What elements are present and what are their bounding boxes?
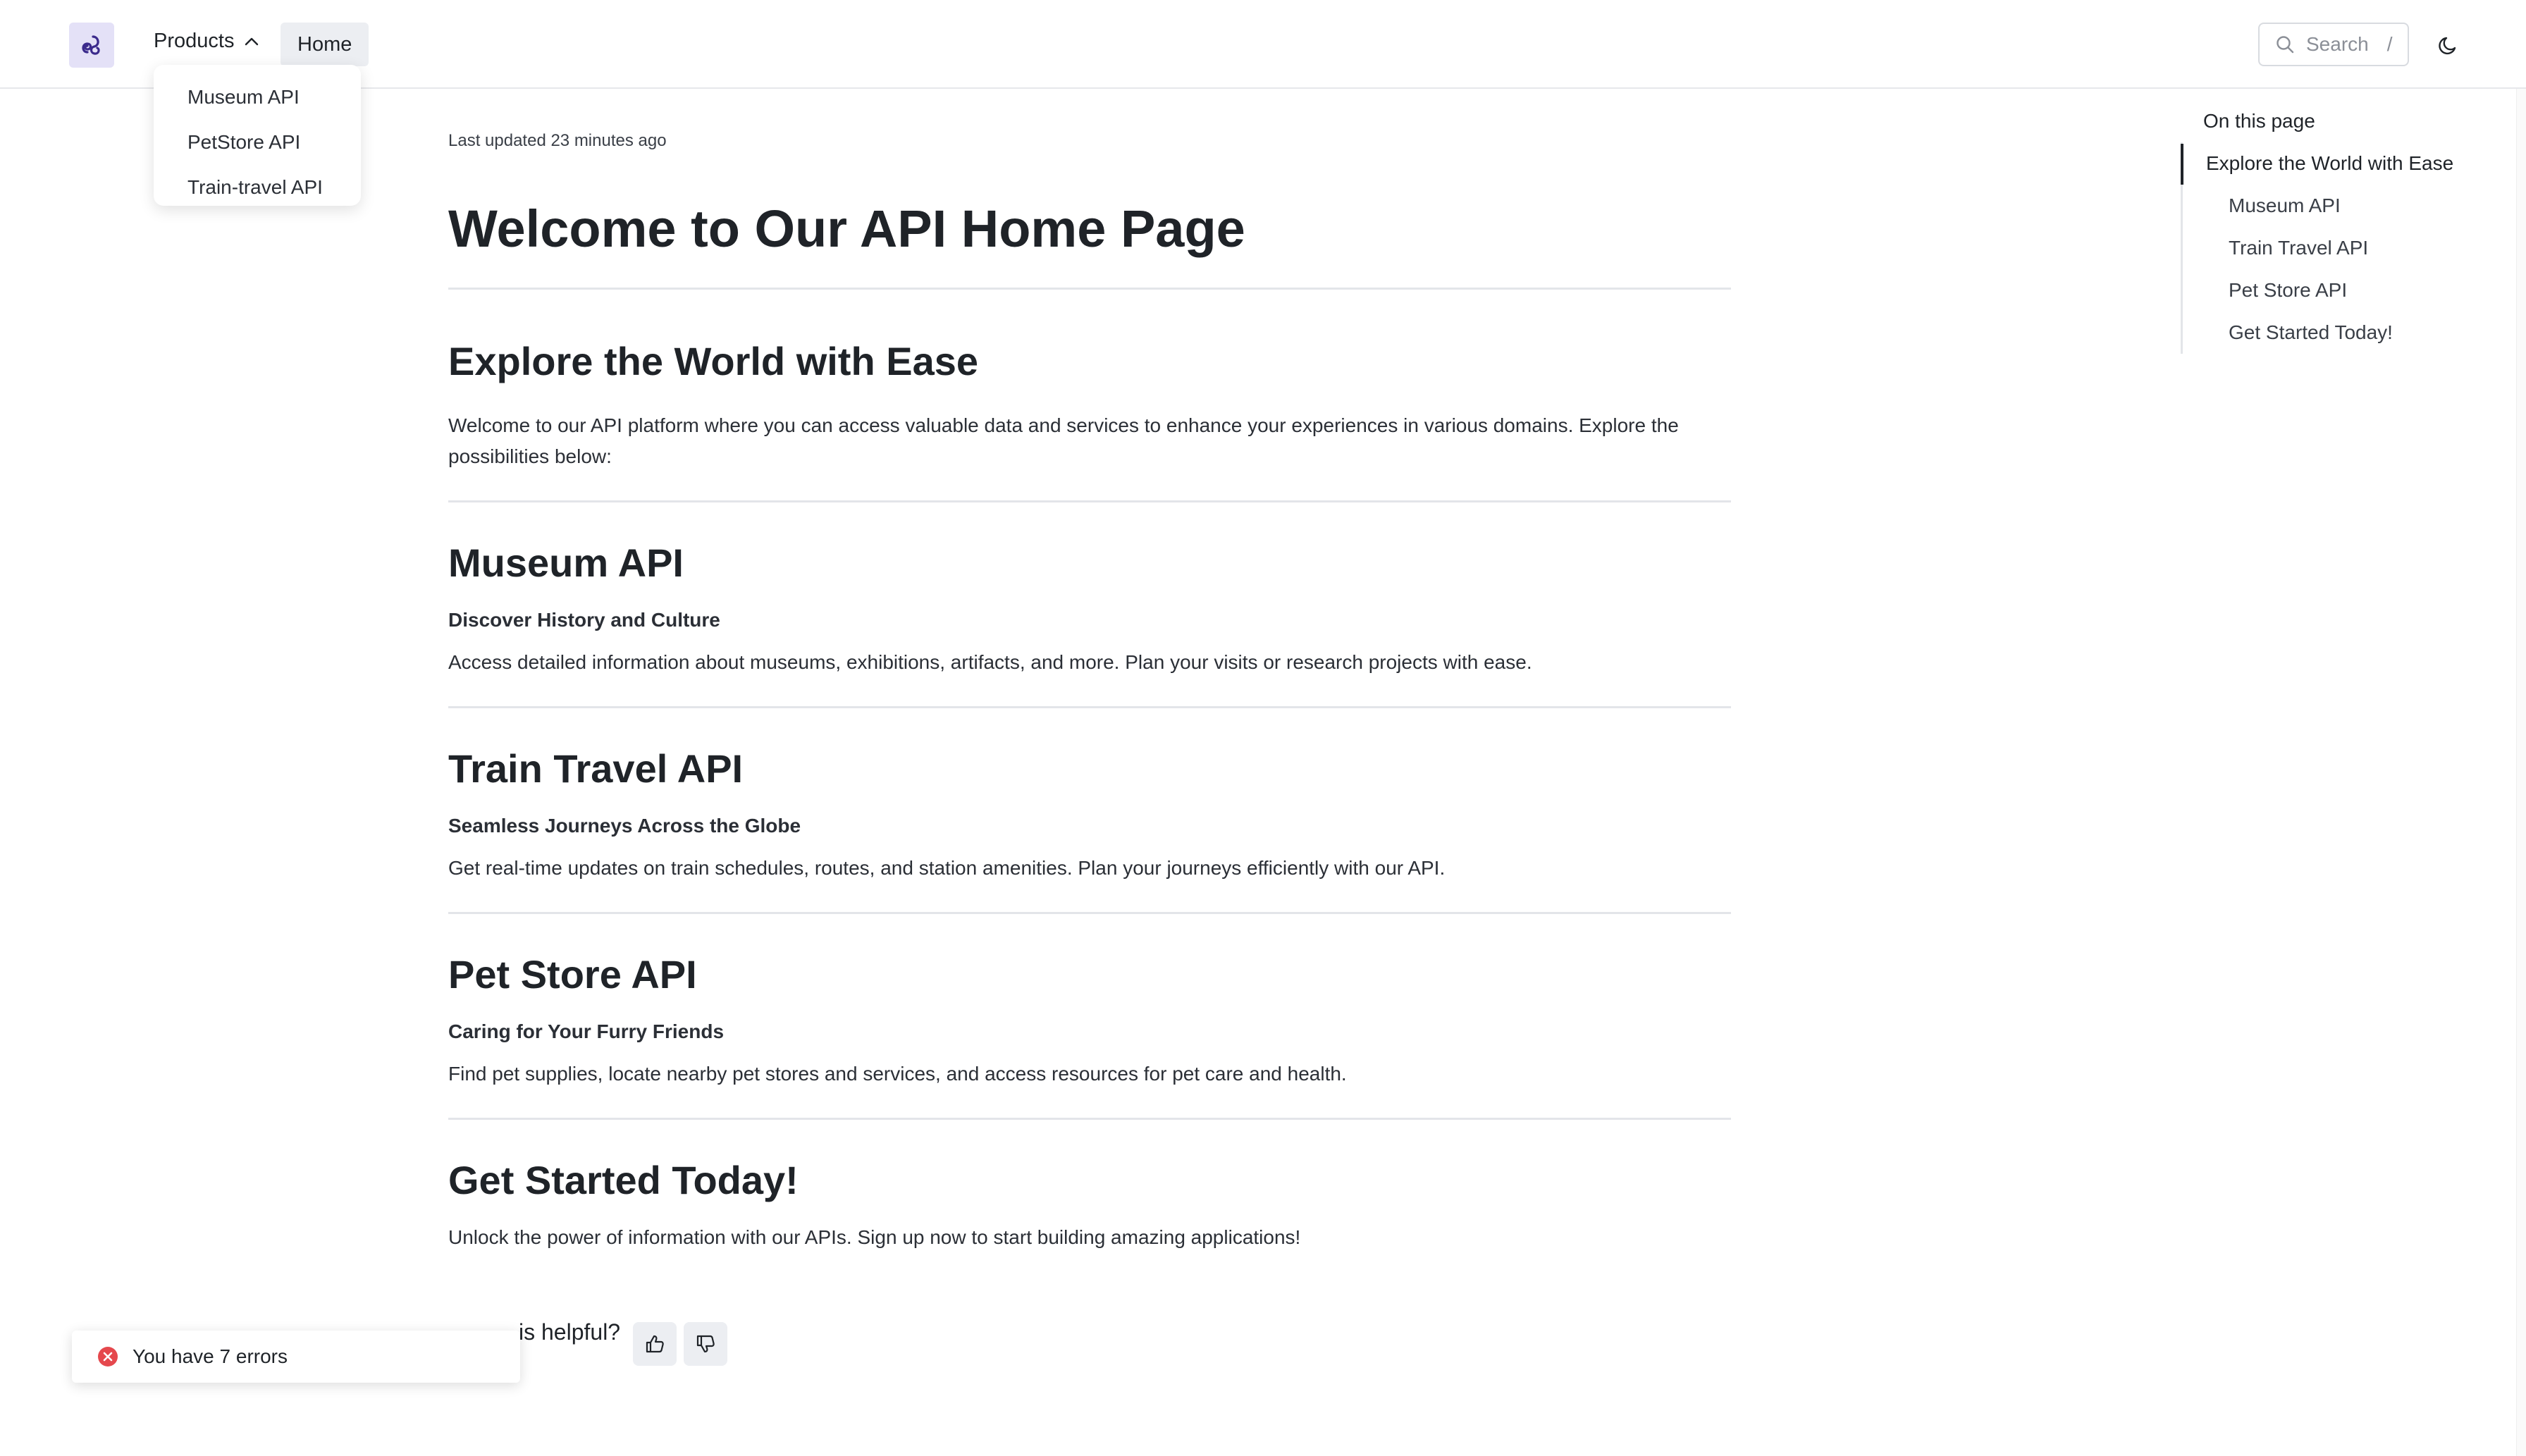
error-toast[interactable]: You have 7 errors (72, 1331, 520, 1383)
dropdown-item-museum-api[interactable]: Museum API (154, 75, 361, 120)
search-shortcut: / (2386, 33, 2393, 55)
heading-pet-store-api: Pet Store API (448, 952, 697, 997)
thumbs-up-button[interactable] (633, 1322, 677, 1366)
divider (448, 1118, 1731, 1120)
dropdown-item-petstore-api[interactable]: PetStore API (154, 120, 361, 165)
redocly-logo-icon (82, 35, 100, 55)
page-scrollbar[interactable] (2516, 89, 2526, 1456)
paragraph-museum: Access detailed information about museum… (448, 651, 1532, 673)
search-placeholder: Search (2306, 33, 2369, 55)
toc-item-explore[interactable]: Explore the World with Ease (2206, 152, 2453, 175)
toc-item-museum-api[interactable]: Museum API (2229, 195, 2341, 217)
chevron-up-icon (245, 37, 259, 45)
paragraph-petstore: Find pet supplies, locate nearby pet sto… (448, 1063, 1347, 1085)
last-updated: Last updated 23 minutes ago (448, 131, 667, 150)
feedback-question: is helpful? (519, 1319, 621, 1345)
divider (448, 288, 1731, 290)
products-menu-button[interactable]: Products (154, 30, 259, 53)
thumbs-up-icon (646, 1335, 664, 1353)
toc-title: On this page (2203, 110, 2315, 132)
theme-toggle[interactable] (2434, 31, 2463, 59)
error-circle-icon (98, 1347, 118, 1366)
divider (448, 500, 1731, 502)
logo[interactable] (69, 23, 114, 68)
divider (448, 706, 1731, 708)
paragraph-train: Get real-time updates on train schedules… (448, 857, 1446, 879)
page-title: Welcome to Our API Home Page (448, 199, 1245, 258)
search-icon (2277, 36, 2294, 54)
paragraph-get-started: Unlock the power of information with our… (448, 1226, 1301, 1248)
divider (448, 912, 1731, 914)
products-label: Products (154, 30, 235, 52)
toc-item-train-travel-api[interactable]: Train Travel API (2229, 237, 2368, 259)
products-dropdown: Museum API PetStore API Train-travel API (154, 65, 361, 206)
heading-museum-api: Museum API (448, 541, 684, 585)
heading-train-travel-api: Train Travel API (448, 746, 744, 791)
subheading-train: Seamless Journeys Across the Globe (448, 815, 801, 837)
toc-active-indicator (2181, 144, 2183, 185)
top-navbar: Products Home Search / (0, 0, 2526, 89)
subheading-museum: Discover History and Culture (448, 609, 720, 631)
heading-explore: Explore the World with Ease (448, 339, 979, 383)
heading-get-started: Get Started Today! (448, 1158, 799, 1202)
toc-item-pet-store-api[interactable]: Pet Store API (2229, 279, 2347, 302)
dropdown-item-train-travel-api[interactable]: Train-travel API (154, 165, 361, 210)
toc-item-get-started[interactable]: Get Started Today! (2229, 321, 2393, 344)
toast-message: You have 7 errors (133, 1345, 288, 1367)
moon-icon (2439, 37, 2456, 55)
thumbs-down-button[interactable] (684, 1322, 727, 1366)
subheading-petstore: Caring for Your Furry Friends (448, 1020, 725, 1042)
intro-paragraph: Welcome to our API platform where you ca… (448, 414, 1679, 467)
nav-home-link[interactable]: Home (281, 23, 369, 66)
search-button[interactable]: Search / (2258, 23, 2409, 66)
thumbs-down-icon (696, 1335, 715, 1353)
